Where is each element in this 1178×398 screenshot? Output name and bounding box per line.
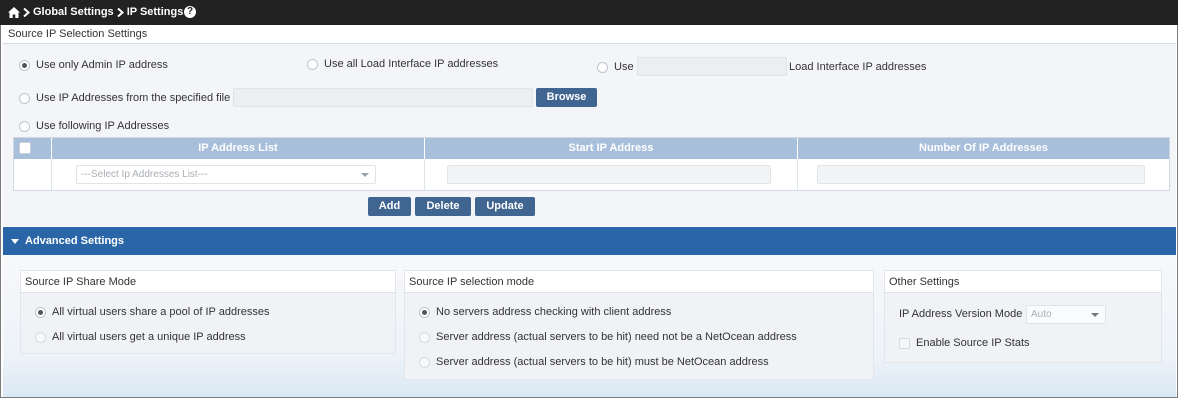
source-ip-panel: Use only Admin IP address Use all Load I… <box>3 44 1176 226</box>
ip-list-select[interactable]: ---Select Ip Addresses List--- <box>76 165 376 184</box>
radio-need-not-netocean[interactable]: Server address (actual servers to be hit… <box>419 331 797 343</box>
select-value: Auto <box>1031 309 1052 320</box>
radio-button-icon[interactable] <box>419 331 430 343</box>
start-ip-input[interactable] <box>447 165 771 184</box>
ip-version-label: IP Address Version Mode <box>899 308 1023 320</box>
radio-from-file[interactable]: Use IP Addresses from the specified file <box>19 92 230 104</box>
row-select-cell <box>14 159 52 190</box>
selection-mode-panel: Source IP selection mode No servers addr… <box>404 270 874 380</box>
radio-button-icon[interactable] <box>19 59 30 71</box>
add-button[interactable]: Add <box>368 197 411 216</box>
breadcrumb: Global Settings IP Settings <box>8 6 183 18</box>
radio-label: Use only Admin IP address <box>36 59 168 71</box>
radio-button-icon[interactable] <box>35 306 46 318</box>
radio-label: Use IP Addresses from the specified file <box>36 92 231 104</box>
update-button[interactable]: Update <box>475 197 535 216</box>
advanced-settings-header[interactable]: Advanced Settings <box>3 227 1176 255</box>
radio-use-count[interactable]: Use <box>597 61 634 73</box>
load-interface-suffix-label: Load Interface IP addresses <box>789 61 927 73</box>
help-icon[interactable]: ? <box>184 6 196 18</box>
radio-following-ips[interactable]: Use following IP Addresses <box>19 120 169 132</box>
file-path-input[interactable] <box>233 88 533 107</box>
chevron-down-icon <box>1091 313 1099 317</box>
select-all-checkbox[interactable] <box>19 142 31 154</box>
enable-source-ip-stats-checkbox[interactable] <box>899 338 910 349</box>
select-value: ---Select Ip Addresses List--- <box>81 169 208 180</box>
browse-button[interactable]: Browse <box>536 88 597 107</box>
radio-all-load-interface[interactable]: Use all Load Interface IP addresses <box>307 58 498 70</box>
breadcrumb-item-global-settings[interactable]: Global Settings <box>33 6 114 18</box>
radio-label: Use following IP Addresses <box>36 120 170 132</box>
panel-title: Source IP selection mode <box>405 271 873 293</box>
load-interface-count-input[interactable] <box>637 57 787 76</box>
column-header[interactable]: IP Address List <box>52 138 425 159</box>
count-cell <box>798 159 1169 190</box>
start-ip-cell <box>425 159 798 190</box>
radio-button-icon[interactable] <box>419 356 430 368</box>
caret-down-icon <box>11 238 19 244</box>
table-header: IP Address List Start IP Address Number … <box>14 138 1169 159</box>
home-icon[interactable] <box>8 6 20 18</box>
radio-button-icon[interactable] <box>419 306 430 318</box>
chevron-right-icon <box>23 7 30 17</box>
panel-title: Other Settings <box>885 271 1161 293</box>
breadcrumb-bar: Global Settings IP Settings ? <box>0 0 1178 25</box>
radio-label: Use <box>614 61 634 73</box>
radio-label: All virtual users get a unique IP addres… <box>52 331 246 343</box>
share-mode-panel: Source IP Share Mode All virtual users s… <box>20 270 396 354</box>
radio-label: Server address (actual servers to be hit… <box>436 331 797 343</box>
radio-button-icon[interactable] <box>19 92 30 104</box>
radio-button-icon[interactable] <box>35 331 46 343</box>
column-header[interactable]: Number Of IP Addresses <box>798 138 1169 159</box>
radio-share-pool[interactable]: All virtual users share a pool of IP add… <box>35 306 269 318</box>
radio-unique-ip[interactable]: All virtual users get a unique IP addres… <box>35 331 246 343</box>
radio-label: No servers address checking with client … <box>436 306 672 318</box>
radio-admin-only[interactable]: Use only Admin IP address <box>19 59 168 71</box>
radio-must-be-netocean[interactable]: Server address (actual servers to be hit… <box>419 356 769 368</box>
section-title: Source IP Selection Settings <box>3 25 1176 44</box>
ip-list-cell: ---Select Ip Addresses List--- <box>52 159 425 190</box>
table-row: ---Select Ip Addresses List--- <box>14 159 1169 190</box>
other-settings-panel: Other Settings IP Address Version Mode A… <box>884 270 1162 363</box>
radio-button-icon[interactable] <box>19 120 30 132</box>
breadcrumb-item-ip-settings: IP Settings <box>126 6 184 18</box>
radio-label: Server address (actual servers to be hit… <box>436 356 769 368</box>
advanced-settings-body: Source IP Share Mode All virtual users s… <box>3 255 1176 397</box>
radio-label: All virtual users share a pool of IP add… <box>52 306 270 318</box>
enable-source-ip-stats-label: Enable Source IP Stats <box>916 337 1030 349</box>
radio-button-icon[interactable] <box>307 58 318 70</box>
column-header[interactable]: Start IP Address <box>425 138 798 159</box>
panel-title: Source IP Share Mode <box>21 271 395 293</box>
header-select-cell <box>14 138 52 159</box>
chevron-right-icon <box>117 7 124 17</box>
ip-address-table: IP Address List Start IP Address Number … <box>13 137 1170 191</box>
ip-version-select[interactable]: Auto <box>1026 305 1106 324</box>
radio-no-address-check[interactable]: No servers address checking with client … <box>419 306 671 318</box>
radio-button-icon[interactable] <box>597 61 608 73</box>
advanced-settings-title: Advanced Settings <box>25 235 125 247</box>
chevron-down-icon <box>361 173 369 177</box>
ip-count-input[interactable] <box>817 165 1145 184</box>
delete-button[interactable]: Delete <box>415 197 471 216</box>
radio-label: Use all Load Interface IP addresses <box>324 58 499 70</box>
